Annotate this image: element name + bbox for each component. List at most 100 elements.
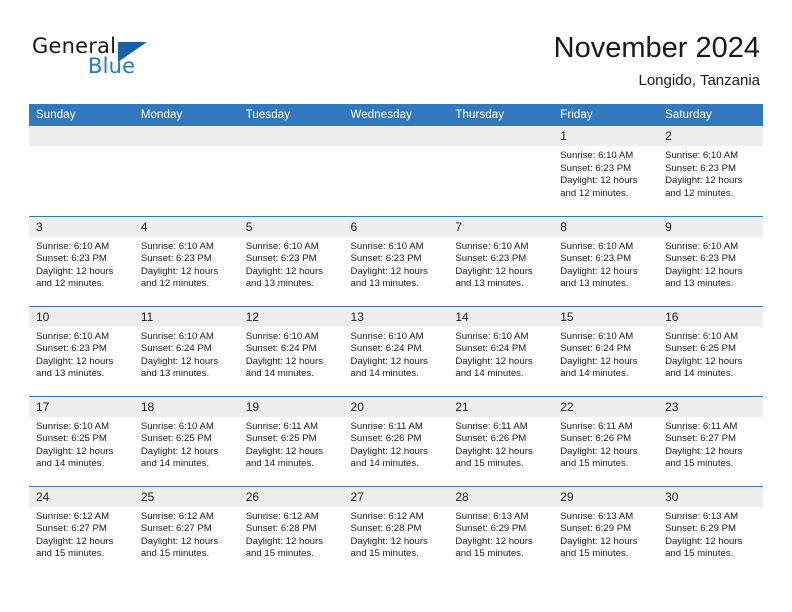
calendar-day-cell[interactable]: 15 Sunrise: 6:10 AM Sunset: 6:24 PM Dayligh… [553, 305, 659, 396]
day-detail-sunset: Sunset: 6:23 PM [665, 253, 736, 265]
calendar-day-cell[interactable]: 3 Sunrise: 6:10 AM Sunset: 6:23 PM Daylight… [29, 215, 134, 306]
day-number [238, 126, 344, 146]
day-detail-sunset: Sunset: 6:23 PM [560, 162, 632, 174]
day-detail-daylight1: Daylight: 12 hours [36, 265, 114, 277]
day-number: 15 [553, 306, 659, 327]
day-detail-daylight2: and 14 minutes. [560, 368, 629, 380]
day-detail-sunrise: Sunrise: 6:12 AM [36, 510, 110, 522]
day-number: 16 [658, 306, 763, 327]
day-detail-sunset: Sunset: 6:26 PM [350, 433, 422, 445]
day-details: Sunrise: 6:11 AM Sunset: 6:26 PM Daylight:… [553, 417, 658, 471]
calendar-day-cell[interactable]: 23 Sunrise: 6:11 AM Sunset: 6:27 PM Dayligh… [658, 395, 763, 486]
calendar-day-cell[interactable]: 29 Sunrise: 6:13 AM Sunset: 6:29 PM Dayligh… [553, 485, 659, 576]
calendar-day-cell[interactable]: 14 Sunrise: 6:10 AM Sunset: 6:24 PM Dayligh… [448, 305, 554, 396]
day-details: Sunrise: 6:10 AM Sunset: 6:23 PM Daylight:… [553, 146, 658, 200]
weekday-header-sunday: Sunday [29, 104, 134, 126]
day-detail-sunrise: Sunrise: 6:10 AM [665, 150, 739, 161]
calendar-day-cell[interactable]: 26 Sunrise: 6:12 AM Sunset: 6:28 PM Dayligh… [238, 485, 344, 576]
day-number: 1 [553, 126, 659, 146]
calendar-day-cell[interactable]: 30 Sunrise: 6:13 AM Sunset: 6:29 PM Dayligh… [658, 485, 763, 576]
page-title: November 2024 [553, 32, 760, 64]
day-number: 23 [658, 396, 763, 417]
calendar-day-cell[interactable]: 21 Sunrise: 6:11 AM Sunset: 6:26 PM Dayligh… [448, 395, 554, 486]
day-detail-daylight1: Daylight: 12 hours [455, 355, 533, 367]
calendar-day-cell[interactable]: 22 Sunrise: 6:11 AM Sunset: 6:26 PM Dayligh… [553, 395, 659, 486]
calendar-day-cell[interactable]: 7 Sunrise: 6:10 AM Sunset: 6:23 PM Daylight… [448, 215, 554, 306]
day-number: 28 [448, 486, 554, 507]
day-details: Sunrise: 6:12 AM Sunset: 6:28 PM Daylight:… [344, 507, 449, 561]
calendar-day-cell-empty [343, 126, 449, 216]
day-number: 8 [553, 216, 659, 237]
day-detail-daylight1: Daylight: 12 hours [665, 355, 743, 367]
day-number: 7 [448, 216, 554, 237]
day-number: 19 [238, 396, 344, 417]
day-detail-daylight2: and 15 minutes. [665, 458, 734, 470]
calendar-day-cell[interactable]: 9 Sunrise: 6:10 AM Sunset: 6:23 PM Daylight… [658, 215, 763, 306]
day-detail-daylight1: Daylight: 12 hours [140, 445, 219, 457]
day-detail-sunset: Sunset: 6:29 PM [455, 523, 527, 535]
day-detail-sunrise: Sunrise: 6:10 AM [36, 420, 110, 432]
calendar-day-cell[interactable]: 12 Sunrise: 6:10 AM Sunset: 6:24 PM Dayligh… [238, 305, 344, 396]
calendar-day-cell[interactable]: 1 Sunrise: 6:10 AM Sunset: 6:23 PM Daylight… [553, 126, 659, 216]
day-detail-sunset: Sunset: 6:28 PM [245, 523, 317, 535]
calendar-day-cell[interactable]: 18 Sunrise: 6:10 AM Sunset: 6:25 PM Dayligh… [133, 395, 239, 486]
day-detail-daylight2: and 13 minutes. [455, 278, 524, 290]
calendar-day-cell[interactable]: 16 Sunrise: 6:10 AM Sunset: 6:25 PM Dayligh… [658, 305, 763, 396]
calendar-day-cell[interactable]: 10 Sunrise: 6:10 AM Sunset: 6:23 PM Dayligh… [29, 305, 134, 396]
day-detail-sunset: Sunset: 6:24 PM [140, 343, 212, 355]
calendar-day-cell[interactable]: 13 Sunrise: 6:10 AM Sunset: 6:24 PM Dayligh… [343, 305, 449, 396]
calendar-day-cell[interactable]: 8 Sunrise: 6:10 AM Sunset: 6:23 PM Daylight… [553, 215, 659, 306]
day-detail-daylight2: and 15 minutes. [560, 548, 629, 560]
calendar-week-row: 10 Sunrise: 6:10 AM Sunset: 6:23 PM Dayligh… [29, 305, 763, 396]
calendar-day-cell[interactable]: 6 Sunrise: 6:10 AM Sunset: 6:23 PM Daylight… [343, 215, 449, 306]
day-detail-daylight2: and 14 minutes. [140, 458, 210, 470]
day-detail-sunrise: Sunrise: 6:11 AM [455, 420, 528, 432]
day-detail-sunrise: Sunrise: 6:10 AM [245, 240, 319, 252]
day-details: Sunrise: 6:13 AM Sunset: 6:29 PM Daylight:… [658, 507, 763, 561]
general-blue-logo[interactable]: General Blue [32, 36, 202, 88]
calendar-day-cell[interactable]: 25 Sunrise: 6:12 AM Sunset: 6:27 PM Dayligh… [133, 485, 239, 576]
day-detail-daylight1: Daylight: 12 hours [36, 535, 114, 547]
day-detail-daylight2: and 14 minutes. [350, 368, 419, 380]
day-details: Sunrise: 6:12 AM Sunset: 6:27 PM Daylight:… [134, 507, 239, 561]
day-detail-sunset: Sunset: 6:23 PM [455, 253, 527, 265]
day-details: Sunrise: 6:12 AM Sunset: 6:28 PM Daylight:… [239, 507, 344, 561]
calendar-day-cell[interactable]: 17 Sunrise: 6:10 AM Sunset: 6:25 PM Dayligh… [29, 395, 134, 486]
calendar-day-cell[interactable]: 19 Sunrise: 6:11 AM Sunset: 6:25 PM Dayligh… [238, 395, 344, 486]
day-details: Sunrise: 6:10 AM Sunset: 6:23 PM Daylight:… [134, 237, 239, 291]
calendar-day-cell[interactable]: 24 Sunrise: 6:12 AM Sunset: 6:27 PM Dayligh… [29, 485, 134, 576]
day-number: 10 [29, 306, 134, 327]
day-detail-sunrise: Sunrise: 6:12 AM [245, 510, 319, 522]
day-number: 30 [658, 486, 763, 507]
calendar-day-cell[interactable]: 28 Sunrise: 6:13 AM Sunset: 6:29 PM Dayligh… [448, 485, 554, 576]
day-detail-daylight2: and 14 minutes. [455, 368, 524, 380]
day-detail-daylight2: and 15 minutes. [560, 458, 629, 470]
calendar-day-cell[interactable]: 20 Sunrise: 6:11 AM Sunset: 6:26 PM Dayligh… [343, 395, 449, 486]
day-detail-sunset: Sunset: 6:26 PM [455, 433, 527, 445]
calendar-day-cell[interactable]: 11 Sunrise: 6:10 AM Sunset: 6:24 PM Dayligh… [133, 305, 239, 396]
calendar-day-cell[interactable]: 5 Sunrise: 6:10 AM Sunset: 6:23 PM Daylight… [238, 215, 344, 306]
calendar-day-cell[interactable]: 4 Sunrise: 6:10 AM Sunset: 6:23 PM Daylight… [133, 215, 239, 306]
calendar-day-cell[interactable]: 2 Sunrise: 6:10 AM Sunset: 6:23 PM Daylight… [658, 126, 763, 216]
calendar-day-cell[interactable]: 27 Sunrise: 6:12 AM Sunset: 6:28 PM Dayligh… [343, 485, 449, 576]
day-detail-daylight2: and 12 minutes. [36, 278, 105, 290]
calendar-body: 1 Sunrise: 6:10 AM Sunset: 6:23 PM Daylight… [29, 126, 763, 576]
calendar-grid: Sunday Monday Tuesday Wednesday Thursday Frid… [29, 104, 763, 576]
day-detail-sunset: Sunset: 6:25 PM [665, 343, 736, 355]
page-subtitle-location: Longido, Tanzania [638, 72, 761, 89]
day-detail-sunrise: Sunrise: 6:13 AM [665, 510, 739, 522]
day-number: 27 [343, 486, 449, 507]
day-detail-daylight1: Daylight: 12 hours [665, 445, 743, 457]
weekday-header-saturday: Saturday [658, 104, 763, 126]
day-detail-sunrise: Sunrise: 6:11 AM [350, 420, 423, 432]
day-details: Sunrise: 6:10 AM Sunset: 6:25 PM Daylight:… [658, 327, 763, 381]
weekday-header-row: Sunday Monday Tuesday Wednesday Thursday Frid… [29, 104, 763, 126]
day-number: 11 [133, 306, 239, 327]
day-detail-daylight2: and 15 minutes. [455, 548, 524, 560]
day-details: Sunrise: 6:11 AM Sunset: 6:27 PM Daylight:… [658, 417, 763, 471]
day-detail-sunset: Sunset: 6:27 PM [665, 433, 736, 445]
day-details: Sunrise: 6:10 AM Sunset: 6:24 PM Daylight:… [344, 327, 449, 381]
day-detail-sunset: Sunset: 6:25 PM [140, 433, 212, 445]
day-number: 20 [343, 396, 449, 417]
day-detail-daylight2: and 14 minutes. [245, 458, 314, 470]
